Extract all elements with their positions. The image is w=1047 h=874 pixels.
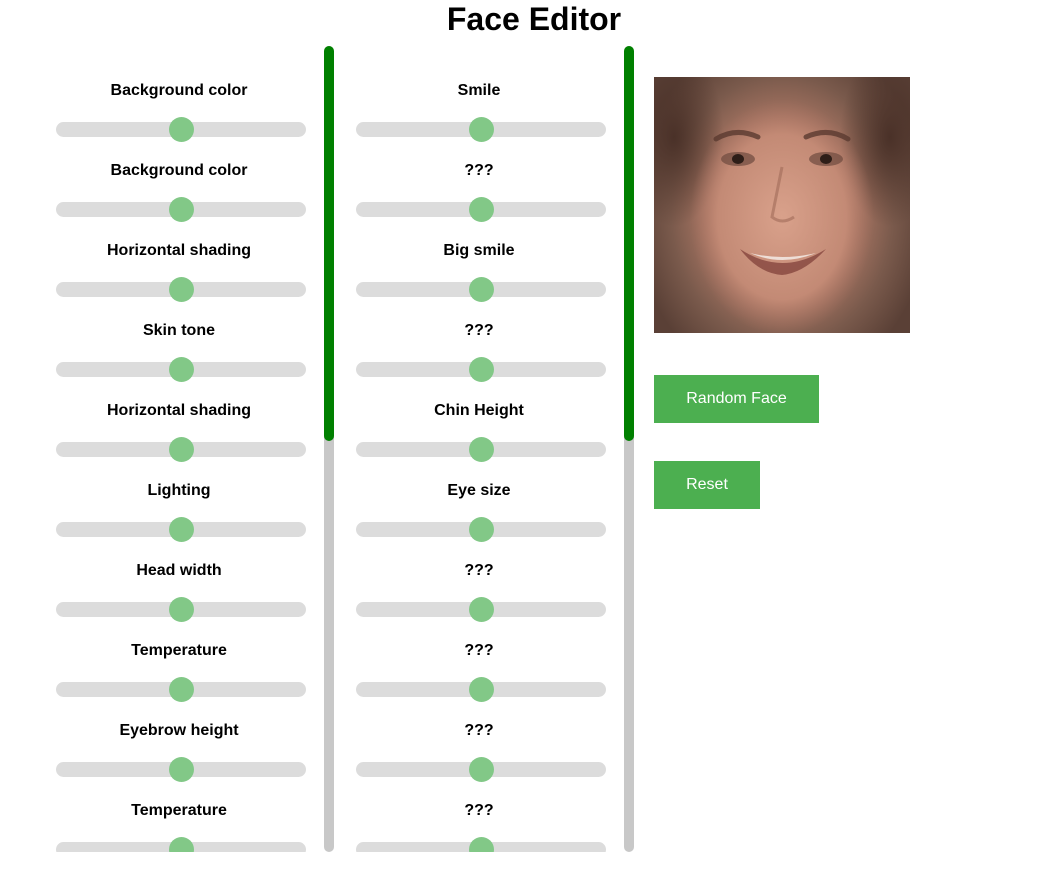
slider-label: ??? — [464, 802, 494, 819]
slider-label: ??? — [464, 562, 494, 579]
slider-label: Horizontal shading — [107, 242, 251, 259]
face-image — [654, 77, 910, 333]
slider-row: Horizontal shading — [40, 366, 320, 462]
slider-label: Eye size — [447, 482, 511, 499]
slider-row: Temperature — [40, 766, 320, 852]
page-title: Face Editor — [446, 1, 622, 37]
slider-label: ??? — [464, 322, 494, 339]
slider-label: Big smile — [443, 242, 515, 259]
slider-thumb[interactable] — [468, 837, 494, 852]
scrollbar-middle[interactable] — [624, 46, 634, 852]
slider-row: Big smile — [340, 206, 620, 302]
slider-row: ??? — [340, 126, 620, 222]
slider-label: ??? — [464, 642, 494, 659]
slider-row: Temperature — [40, 606, 320, 702]
slider-row: Head width — [40, 526, 320, 622]
slider-label: Chin Height — [434, 402, 524, 419]
slider-panel-left[interactable]: Background color Background color Horizont… — [40, 46, 320, 852]
slider-row: ??? — [340, 686, 620, 782]
slider-label: Skin tone — [142, 322, 215, 339]
slider-row: ??? — [340, 286, 620, 382]
slider-row: Chin Height — [340, 366, 620, 462]
slider-label: Lighting — [147, 482, 211, 499]
slider-label: Smile — [457, 82, 501, 99]
slider-row: Eyebrow height — [40, 686, 320, 782]
scrollbar-thumb-left[interactable] — [324, 46, 334, 441]
slider-row: Background color — [40, 46, 320, 142]
slider-label: Background color — [110, 162, 248, 179]
slider-label: Horizontal shading — [107, 402, 251, 419]
slider-row: ??? — [340, 526, 620, 622]
scrollbar-thumb-middle[interactable] — [624, 46, 634, 441]
slider-label: Background color — [110, 82, 248, 99]
slider-track[interactable] — [56, 837, 306, 852]
slider-row: Horizontal shading — [40, 206, 320, 302]
slider-row: ??? — [340, 606, 620, 702]
slider-row: Background color — [40, 126, 320, 222]
slider-row: Eye size — [340, 446, 620, 542]
slider-row: Smile — [340, 46, 620, 142]
slider-row: Skin tone — [40, 286, 320, 382]
reset-button[interactable]: Reset — [654, 461, 760, 509]
random-face-button[interactable]: Random Face — [654, 375, 819, 423]
slider-label: Temperature — [131, 802, 227, 819]
slider-label: ??? — [464, 162, 494, 179]
scrollbar-left[interactable] — [324, 46, 334, 852]
slider-row: ??? — [340, 766, 620, 852]
slider-row: Lighting — [40, 446, 320, 542]
slider-panel-middle[interactable]: Smile??? Big smile??? Chin Height Eye size?… — [340, 46, 620, 852]
slider-thumb[interactable] — [168, 837, 194, 852]
slider-label: Eyebrow height — [119, 722, 239, 739]
slider-label: ??? — [464, 722, 494, 739]
slider-label: Temperature — [131, 642, 227, 659]
face-illustration — [654, 77, 910, 333]
slider-label: Head width — [136, 562, 222, 579]
slider-track[interactable] — [356, 837, 606, 852]
